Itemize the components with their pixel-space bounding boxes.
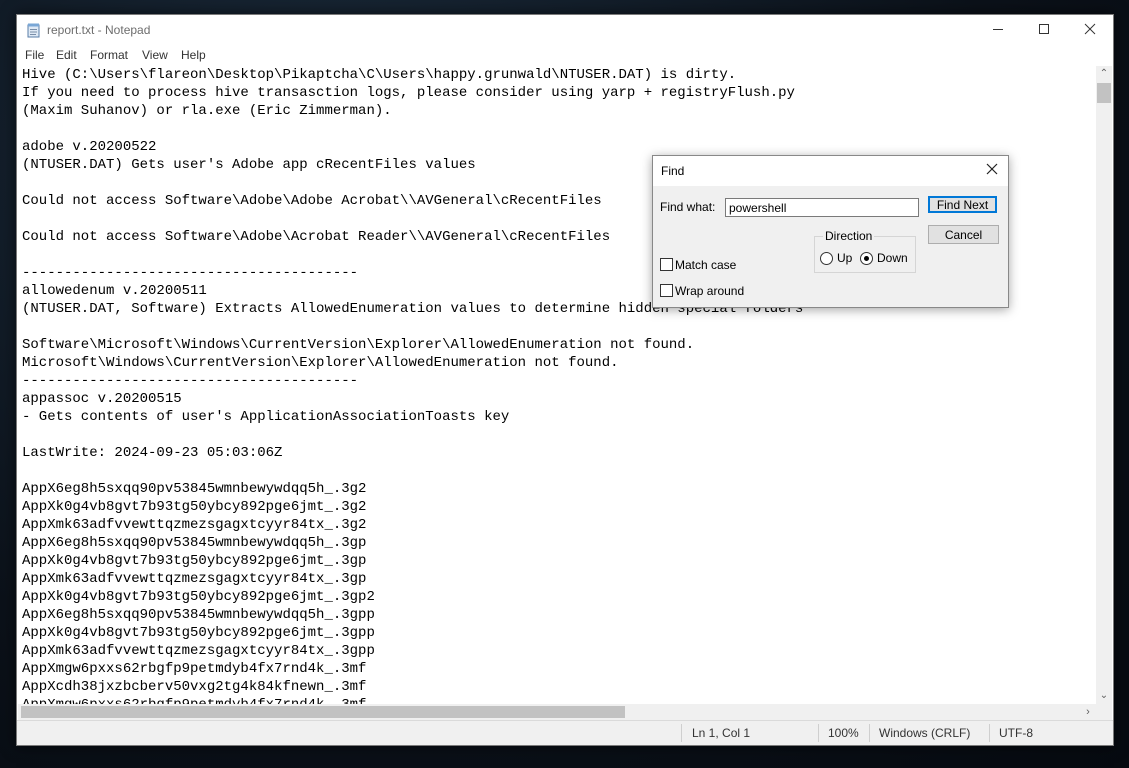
text-line: ---------------------------------------- — [22, 373, 359, 389]
line-ending: Windows (CRLF) — [879, 726, 971, 740]
close-icon — [1084, 22, 1096, 40]
status-divider — [869, 724, 870, 742]
find-what-label: Find what: — [660, 200, 716, 214]
find-dialog-title: Find — [661, 164, 685, 178]
text-line: ---------------------------------------- — [22, 265, 359, 281]
find-close-button[interactable] — [981, 161, 1003, 181]
text-line: Hive (C:\Users\flareon\Desktop\Pikaptcha… — [22, 67, 737, 83]
text-line: AppX6eg8h5sxqq90pv53845wmnbewywdqq5h_.3g… — [22, 607, 375, 623]
text-line: allowedenum v.20200511 — [22, 283, 207, 299]
minimize-button[interactable] — [975, 15, 1021, 46]
text-line: AppXmk63adfvvewttqzmezsgagxtcyyr84tx_.3g… — [22, 643, 375, 659]
text-line: AppXmgw6pxxs62rbgfp9petmdyb4fx7rnd4k_.3m… — [22, 696, 366, 704]
minimize-icon — [992, 22, 1004, 40]
text-line: AppXcdh38jxzbcberv50vxg2tg4k84kfnewn_.3m… — [22, 679, 367, 695]
text-line: AppX6eg8h5sxqq90pv53845wmnbewywdqq5h_.3g… — [22, 535, 367, 551]
vertical-scroll-thumb[interactable] — [1097, 83, 1111, 103]
text-line: AppXmk63adfvvewttqzmezsgagxtcyyr84tx_.3g… — [22, 517, 367, 533]
scroll-down-arrow-icon[interactable]: ⌄ — [1096, 688, 1112, 704]
text-line: AppXk0g4vb8gvt7b93tg50ybcy892pge6jmt_.3g… — [22, 499, 367, 515]
horizontal-scroll-thumb[interactable] — [21, 706, 625, 718]
vertical-scrollbar[interactable]: ⌃ ⌄ — [1096, 66, 1112, 704]
scroll-up-arrow-icon[interactable]: ⌃ — [1096, 66, 1112, 82]
status-divider — [989, 724, 990, 742]
text-line: AppXk0g4vb8gvt7b93tg50ybcy892pge6jmt_.3g… — [22, 625, 375, 641]
wrap-around-checkbox[interactable] — [660, 284, 673, 297]
text-line: LastWrite: 2024-09-23 05:03:06Z — [22, 445, 283, 461]
horizontal-scrollbar[interactable]: › — [18, 704, 1096, 720]
find-dialog: Find Find what: Find Next Cancel Directi… — [652, 155, 1009, 308]
up-label: Up — [837, 251, 853, 265]
zoom-level: 100% — [828, 726, 859, 740]
menu-format[interactable]: Format — [90, 48, 128, 62]
text-line: AppXk0g4vb8gvt7b93tg50ybcy892pge6jmt_.3g… — [22, 553, 367, 569]
text-line: If you need to process hive transasction… — [22, 85, 795, 101]
maximize-button[interactable] — [1021, 15, 1067, 46]
title-bar[interactable]: report.txt - Notepad — [17, 15, 1113, 46]
menu-help[interactable]: Help — [181, 48, 206, 62]
maximize-icon — [1038, 22, 1050, 40]
close-icon — [986, 162, 998, 180]
menu-view[interactable]: View — [142, 48, 168, 62]
text-line: Microsoft\Windows\CurrentVersion\Explore… — [22, 355, 619, 371]
window-title: report.txt - Notepad — [47, 23, 151, 37]
status-divider — [681, 724, 682, 742]
text-line: AppXmgw6pxxs62rbgfp9petmdyb4fx7rnd4k_.3m… — [22, 661, 367, 677]
text-line: Software\Microsoft\Windows\CurrentVersio… — [22, 337, 695, 353]
down-radio[interactable] — [860, 252, 873, 265]
notepad-window: report.txt - Notepad File Edit Format Vi… — [16, 14, 1114, 746]
text-line: (Maxim Suhanov) or rla.exe (Eric Zimmerm… — [22, 103, 392, 119]
cursor-position: Ln 1, Col 1 — [692, 726, 751, 740]
find-next-button[interactable]: Find Next — [928, 196, 997, 213]
status-bar: Ln 1, Col 1 100% Windows (CRLF) UTF-8 — [17, 720, 1113, 745]
menu-file[interactable]: File — [25, 48, 44, 62]
encoding: UTF-8 — [999, 726, 1033, 740]
text-line: appassoc v.20200515 — [22, 391, 182, 407]
text-line: Could not access Software\Adobe\Adobe Ac… — [22, 193, 602, 209]
notepad-icon — [27, 23, 41, 38]
find-what-input[interactable] — [725, 198, 919, 217]
find-title-bar[interactable]: Find — [653, 156, 1008, 186]
status-divider — [818, 724, 819, 742]
down-label: Down — [877, 251, 908, 265]
match-case-checkbox[interactable] — [660, 258, 673, 271]
cancel-button[interactable]: Cancel — [928, 225, 999, 244]
text-line: adobe v.20200522 — [22, 139, 157, 155]
text-line: AppXmk63adfvvewttqzmezsgagxtcyyr84tx_.3g… — [22, 571, 367, 587]
wrap-around-label[interactable]: Wrap around — [675, 284, 744, 298]
scroll-right-arrow-icon[interactable]: › — [1080, 704, 1096, 720]
text-line: Could not access Software\Adobe\Acrobat … — [22, 229, 611, 245]
direction-label: Direction — [823, 229, 875, 243]
text-line: AppXk0g4vb8gvt7b93tg50ybcy892pge6jmt_.3g… — [22, 589, 375, 605]
up-radio[interactable] — [820, 252, 833, 265]
menu-edit[interactable]: Edit — [56, 48, 77, 62]
close-button[interactable] — [1067, 15, 1113, 46]
text-line: AppX6eg8h5sxqq90pv53845wmnbewywdqq5h_.3g… — [22, 481, 367, 497]
text-line: (NTUSER.DAT) Gets user's Adobe app cRece… — [22, 157, 476, 173]
menu-bar: File Edit Format View Help — [17, 46, 1113, 66]
scrollbar-corner — [1096, 704, 1112, 720]
radio-selected-dot — [864, 256, 869, 261]
direction-group: Direction Up Down — [814, 229, 916, 273]
text-line: - Gets contents of user's ApplicationAss… — [22, 409, 510, 425]
match-case-label[interactable]: Match case — [675, 258, 736, 272]
